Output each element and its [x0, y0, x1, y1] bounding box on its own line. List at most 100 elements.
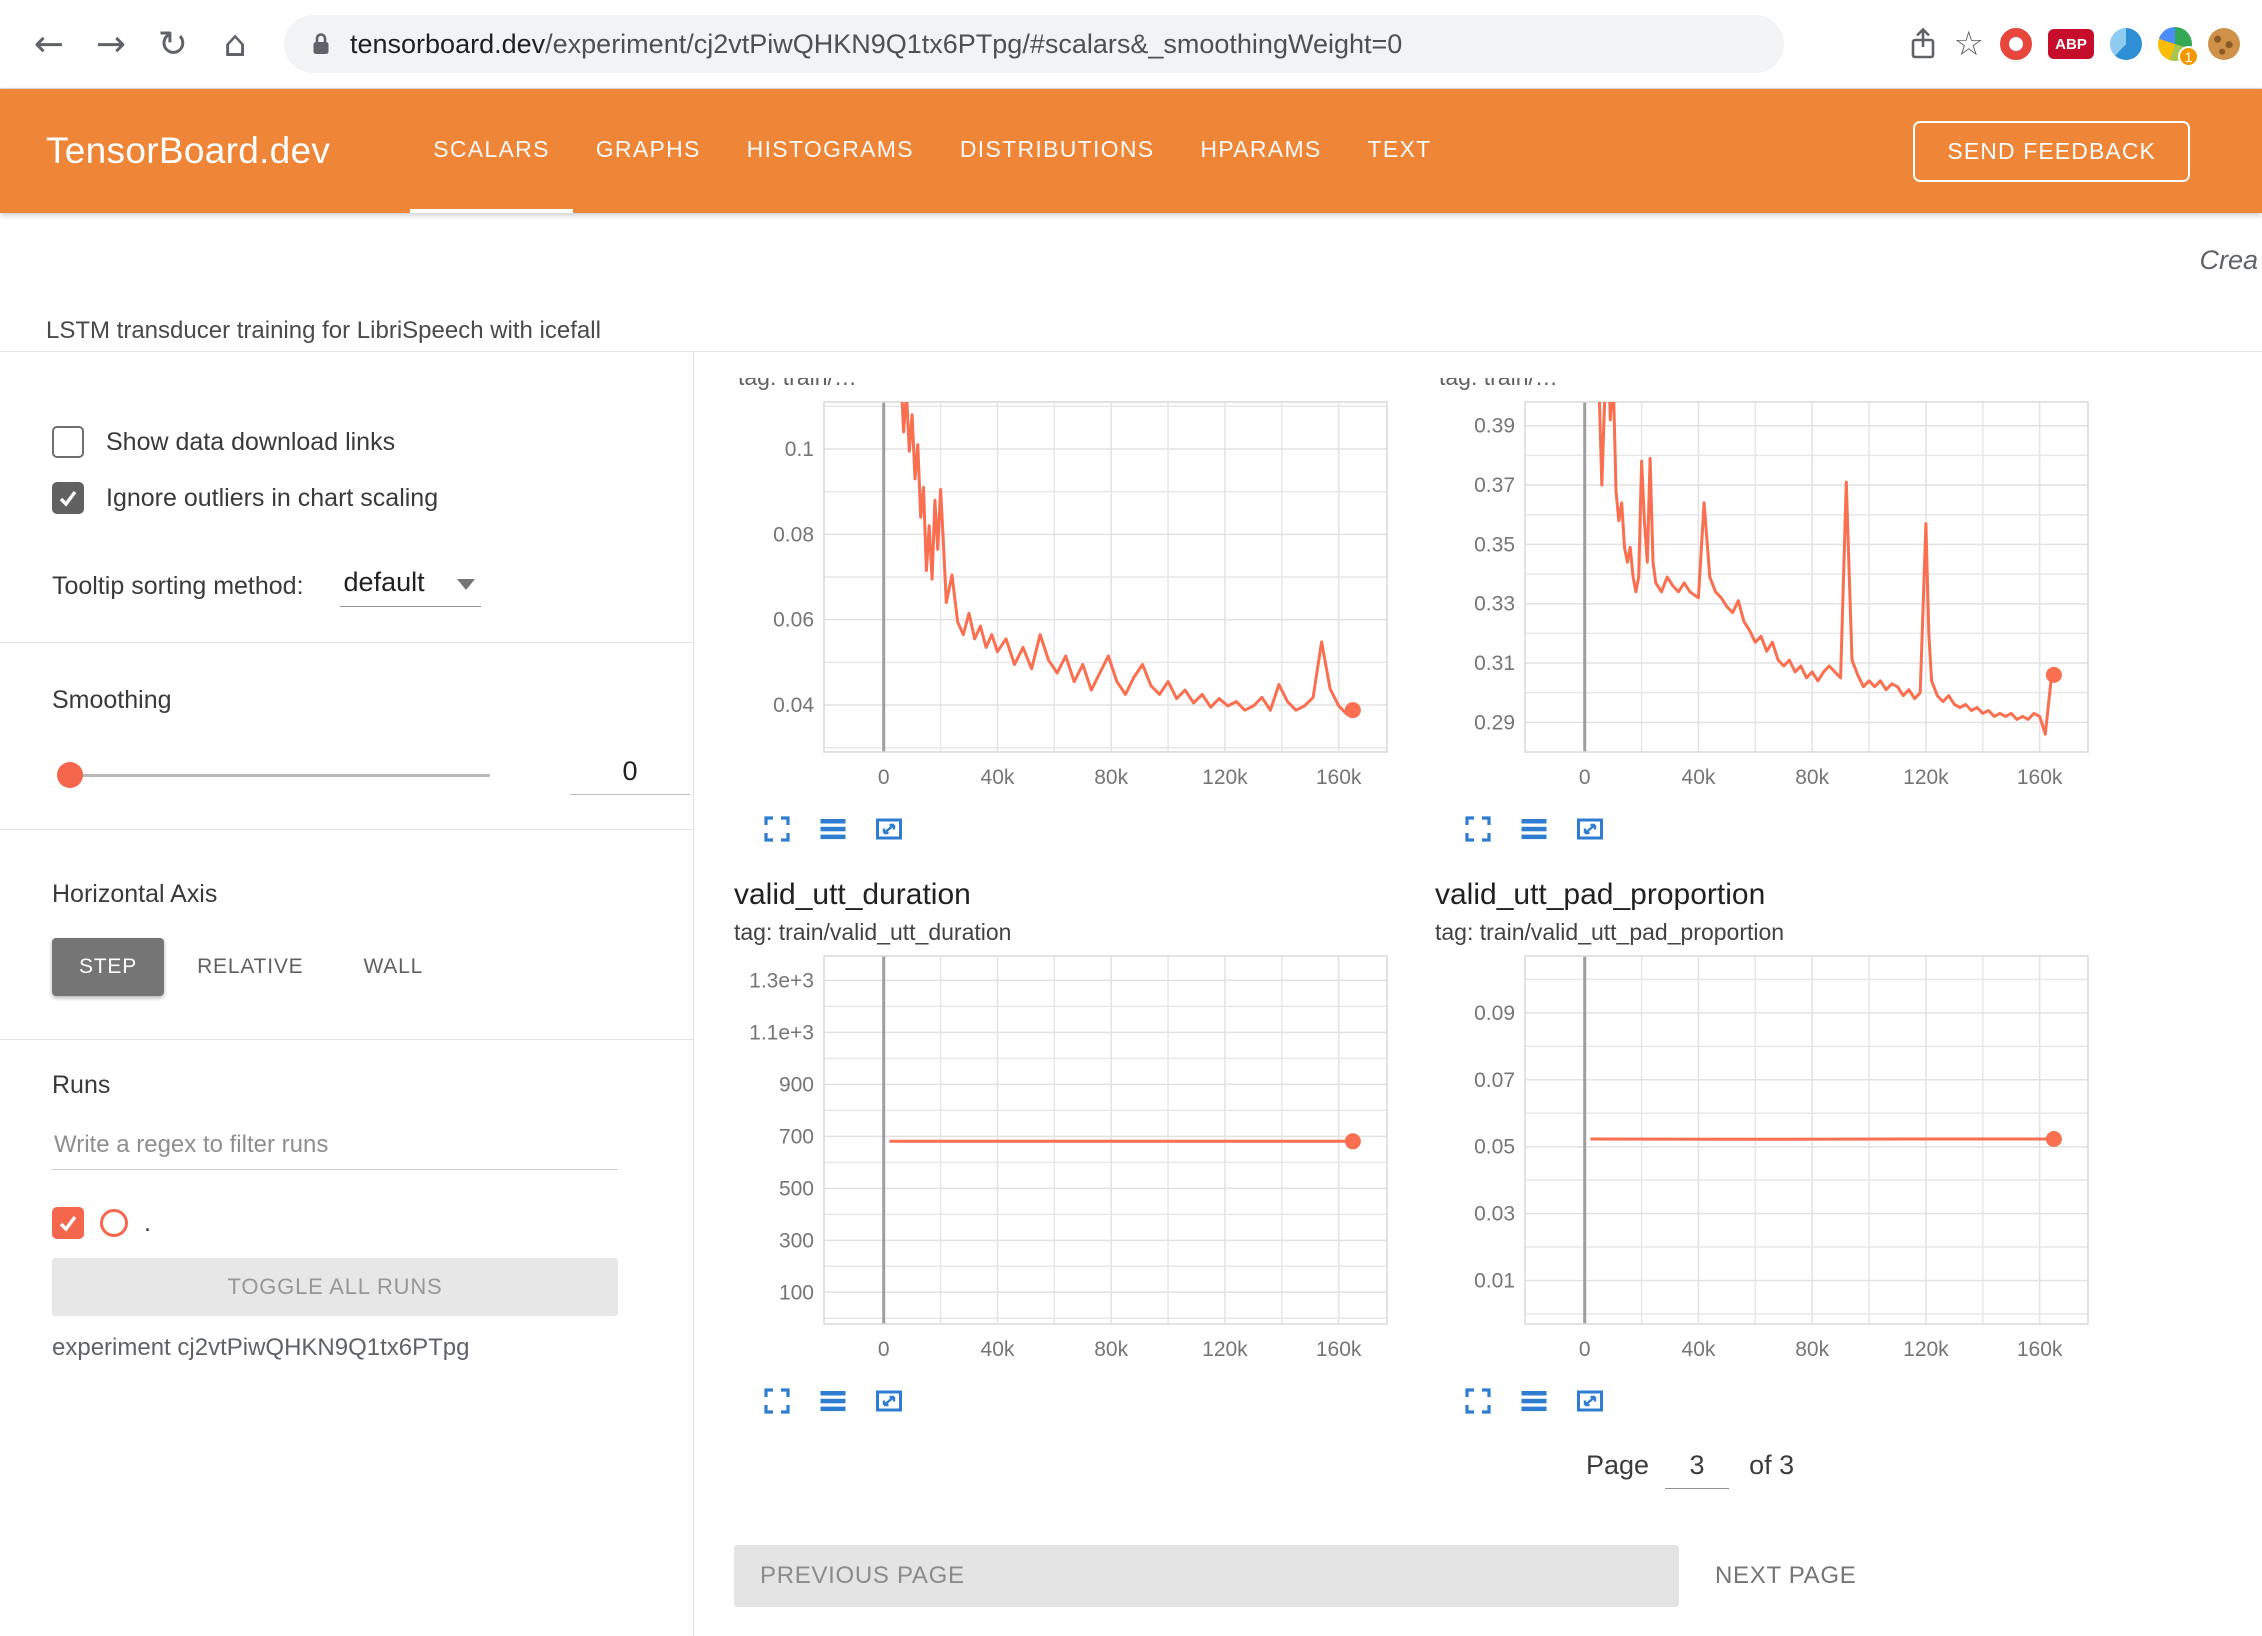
- svg-text:0.1: 0.1: [785, 438, 814, 461]
- svg-text:0.05: 0.05: [1474, 1136, 1515, 1159]
- axis-wall-button[interactable]: WALL: [336, 938, 450, 996]
- runs-selector-icon[interactable]: [1519, 1386, 1549, 1416]
- svg-text:0.06: 0.06: [773, 609, 814, 632]
- expand-chart-icon[interactable]: [762, 814, 792, 844]
- lock-icon: [310, 31, 332, 58]
- chart-card: valid_utt_duration tag: train/valid_utt_…: [734, 878, 1399, 1416]
- tab-histograms[interactable]: HISTOGRAMS: [724, 89, 937, 213]
- forward-icon[interactable]: →: [84, 17, 138, 71]
- fit-domain-icon[interactable]: [1575, 814, 1605, 844]
- show-download-links-checkbox[interactable]: [52, 426, 84, 458]
- adblock-extension-icon[interactable]: [2000, 28, 2032, 60]
- expand-chart-icon[interactable]: [1463, 814, 1493, 844]
- svg-text:100: 100: [779, 1281, 814, 1304]
- svg-text:80k: 80k: [1795, 1338, 1829, 1361]
- run-checkbox[interactable]: [52, 1207, 84, 1239]
- tooltip-sorting-select[interactable]: default: [340, 565, 481, 607]
- svg-text:40k: 40k: [1682, 766, 1716, 789]
- url-path: /experiment/cj2vtPiwQHKN9Q1tx6PTpg/#scal…: [545, 29, 1402, 59]
- tab-scalars[interactable]: SCALARS: [410, 89, 572, 213]
- fit-domain-icon[interactable]: [1575, 1386, 1605, 1416]
- profile-avatar[interactable]: 1: [2158, 27, 2192, 61]
- page-number-input[interactable]: [1665, 1450, 1729, 1489]
- abp-extension-icon[interactable]: ABP: [2048, 29, 2094, 59]
- horizontal-axis-label: Horizontal Axis: [52, 880, 217, 909]
- previous-page-button[interactable]: PREVIOUS PAGE: [734, 1545, 1679, 1607]
- url-text: tensorboard.dev/experiment/cj2vtPiwQHKN9…: [350, 29, 1402, 60]
- smoothing-slider[interactable]: [60, 774, 490, 777]
- chart-title: valid_utt_duration: [734, 878, 1399, 912]
- svg-text:40k: 40k: [981, 766, 1015, 789]
- runs-selector-icon[interactable]: [818, 1386, 848, 1416]
- bookmark-star-icon[interactable]: ☆: [1954, 24, 1984, 64]
- svg-text:40k: 40k: [981, 1338, 1015, 1361]
- cookie-icon[interactable]: [2208, 28, 2240, 60]
- toggle-all-runs-button[interactable]: TOGGLE ALL RUNS: [52, 1258, 618, 1316]
- smoothing-value-input[interactable]: 0: [570, 756, 690, 795]
- next-page-button[interactable]: NEXT PAGE: [1715, 1562, 1856, 1590]
- send-feedback-button[interactable]: SEND FEEDBACK: [1913, 121, 2190, 182]
- subheader: Crea: [0, 213, 2262, 310]
- scalar-chart[interactable]: 040k80k120k160k0.040.060.080.1: [734, 398, 1399, 800]
- svg-text:0.31: 0.31: [1474, 652, 1515, 675]
- expand-chart-icon[interactable]: [1463, 1386, 1493, 1416]
- smoothing-slider-thumb[interactable]: [57, 762, 83, 788]
- svg-text:1.3e+3: 1.3e+3: [749, 969, 814, 992]
- home-icon[interactable]: ⌂: [208, 17, 262, 71]
- runs-selector-icon[interactable]: [1519, 814, 1549, 844]
- app-header: TensorBoard.dev SCALARS GRAPHS HISTOGRAM…: [0, 89, 2262, 213]
- svg-text:500: 500: [779, 1177, 814, 1200]
- svg-text:0.37: 0.37: [1474, 474, 1515, 497]
- svg-text:0: 0: [878, 1338, 890, 1361]
- run-color-swatch: [100, 1209, 128, 1237]
- tab-hparams[interactable]: HPARAMS: [1177, 89, 1344, 213]
- chart-title: valid_utt_pad_proportion: [1435, 878, 2100, 912]
- scalar-chart[interactable]: 040k80k120k160k1003005007009001.1e+31.3e…: [734, 952, 1399, 1372]
- ignore-outliers-label: Ignore outliers in chart scaling: [106, 484, 438, 513]
- svg-text:0.09: 0.09: [1474, 1002, 1515, 1025]
- fit-domain-icon[interactable]: [874, 1386, 904, 1416]
- tooltip-sorting-value: default: [344, 567, 425, 597]
- run-name: .: [144, 1209, 151, 1238]
- svg-text:300: 300: [779, 1229, 814, 1252]
- extension-icon[interactable]: [2110, 28, 2142, 60]
- runs-selector-icon[interactable]: [818, 814, 848, 844]
- svg-text:0.03: 0.03: [1474, 1203, 1515, 1226]
- svg-text:0.33: 0.33: [1474, 593, 1515, 616]
- url-bar[interactable]: tensorboard.dev/experiment/cj2vtPiwQHKN9…: [284, 15, 1784, 73]
- settings-sidebar: Show data download links Ignore outliers…: [0, 352, 694, 1636]
- share-icon[interactable]: [1908, 27, 1938, 61]
- fit-domain-icon[interactable]: [874, 814, 904, 844]
- svg-text:0: 0: [1579, 1338, 1591, 1361]
- experiment-id-label: experiment cj2vtPiwQHKN9Q1tx6PTpg: [0, 1334, 693, 1362]
- charts-panel: tag: train/… 040k80k120k160k0.040.060.08…: [694, 352, 2262, 1636]
- svg-text:0: 0: [1579, 766, 1591, 789]
- axis-relative-button[interactable]: RELATIVE: [170, 938, 330, 996]
- svg-text:0.07: 0.07: [1474, 1069, 1515, 1092]
- svg-text:0.35: 0.35: [1474, 533, 1515, 556]
- svg-text:160k: 160k: [1316, 1338, 1362, 1361]
- axis-step-button[interactable]: STEP: [52, 938, 164, 996]
- clipped-chart-tag: tag: train/…: [1439, 378, 2100, 392]
- ignore-outliers-checkbox[interactable]: [52, 482, 84, 514]
- experiment-description: LSTM transducer training for LibriSpeech…: [0, 310, 2262, 352]
- svg-text:700: 700: [779, 1125, 814, 1148]
- chart-tag: tag: train/valid_utt_pad_proportion: [1435, 919, 2100, 946]
- show-download-links-label: Show data download links: [106, 428, 395, 457]
- tab-graphs[interactable]: GRAPHS: [573, 89, 724, 213]
- app-logo: TensorBoard.dev: [46, 130, 330, 172]
- svg-text:80k: 80k: [1094, 1338, 1128, 1361]
- back-icon[interactable]: ←: [22, 17, 76, 71]
- runs-filter-input[interactable]: [52, 1125, 618, 1170]
- chart-card: tag: train/… 040k80k120k160k0.290.310.33…: [1435, 378, 2100, 844]
- scalar-chart[interactable]: 040k80k120k160k0.010.030.050.070.09: [1435, 952, 2100, 1372]
- refresh-icon[interactable]: ↻: [146, 17, 200, 71]
- scalar-chart[interactable]: 040k80k120k160k0.290.310.330.350.370.39: [1435, 398, 2100, 800]
- svg-text:160k: 160k: [1316, 766, 1362, 789]
- svg-text:0.39: 0.39: [1474, 415, 1515, 438]
- tab-text[interactable]: TEXT: [1345, 89, 1455, 213]
- expand-chart-icon[interactable]: [762, 1386, 792, 1416]
- runs-label: Runs: [52, 1071, 110, 1100]
- svg-text:120k: 120k: [1202, 766, 1248, 789]
- tab-distributions[interactable]: DISTRIBUTIONS: [937, 89, 1178, 213]
